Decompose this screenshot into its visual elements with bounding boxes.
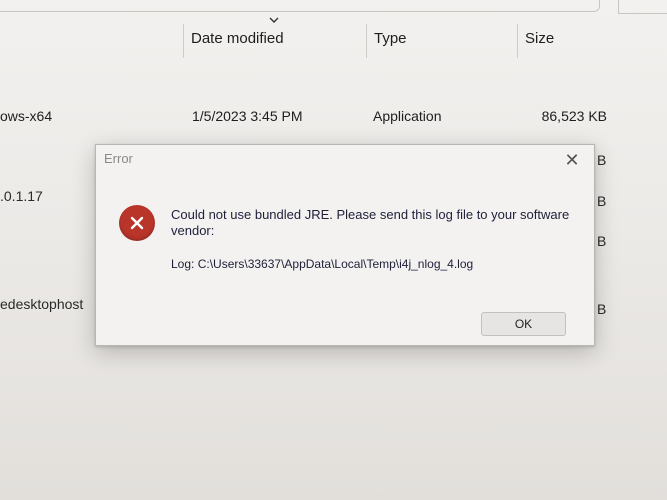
- file-size-cell: B: [597, 301, 607, 317]
- log-path: Log: C:\Users\33637\AppData\Local\Temp\i…: [171, 257, 474, 271]
- file-date-cell: 1/5/2023 3:45 PM: [192, 108, 303, 124]
- close-icon: ✕: [564, 149, 580, 170]
- sort-chevron-icon: [268, 16, 280, 24]
- file-size-cell: B: [597, 152, 607, 168]
- column-separator[interactable]: [183, 24, 184, 58]
- window-edge: [0, 0, 600, 12]
- close-button[interactable]: ✕: [560, 149, 584, 171]
- file-name-cell[interactable]: .0.1.17: [0, 188, 43, 204]
- column-header-date-modified[interactable]: Date modified: [191, 30, 284, 47]
- error-dialog: Error ✕ Could not use bundled JRE. Pleas…: [95, 144, 595, 346]
- ok-button[interactable]: OK: [481, 312, 566, 336]
- error-message: Could not use bundled JRE. Please send t…: [171, 207, 570, 238]
- file-size-cell: B: [597, 233, 607, 249]
- dialog-title: Error: [104, 151, 133, 166]
- file-size-cell: 86,523 KB: [541, 108, 607, 124]
- column-separator[interactable]: [366, 24, 367, 58]
- file-name-cell[interactable]: ows-x64: [0, 108, 52, 124]
- column-header-size[interactable]: Size: [525, 30, 554, 47]
- window-edge-right: [618, 0, 667, 14]
- error-x-icon: [119, 205, 155, 241]
- column-header-type[interactable]: Type: [374, 30, 407, 47]
- file-type-cell: Application: [373, 108, 442, 124]
- file-size-cell: B: [597, 193, 607, 209]
- explorer-window: Date modified Type Size ows-x64 1/5/2023…: [0, 0, 667, 500]
- column-separator[interactable]: [517, 24, 518, 58]
- file-name-cell[interactable]: edesktophost: [0, 296, 83, 312]
